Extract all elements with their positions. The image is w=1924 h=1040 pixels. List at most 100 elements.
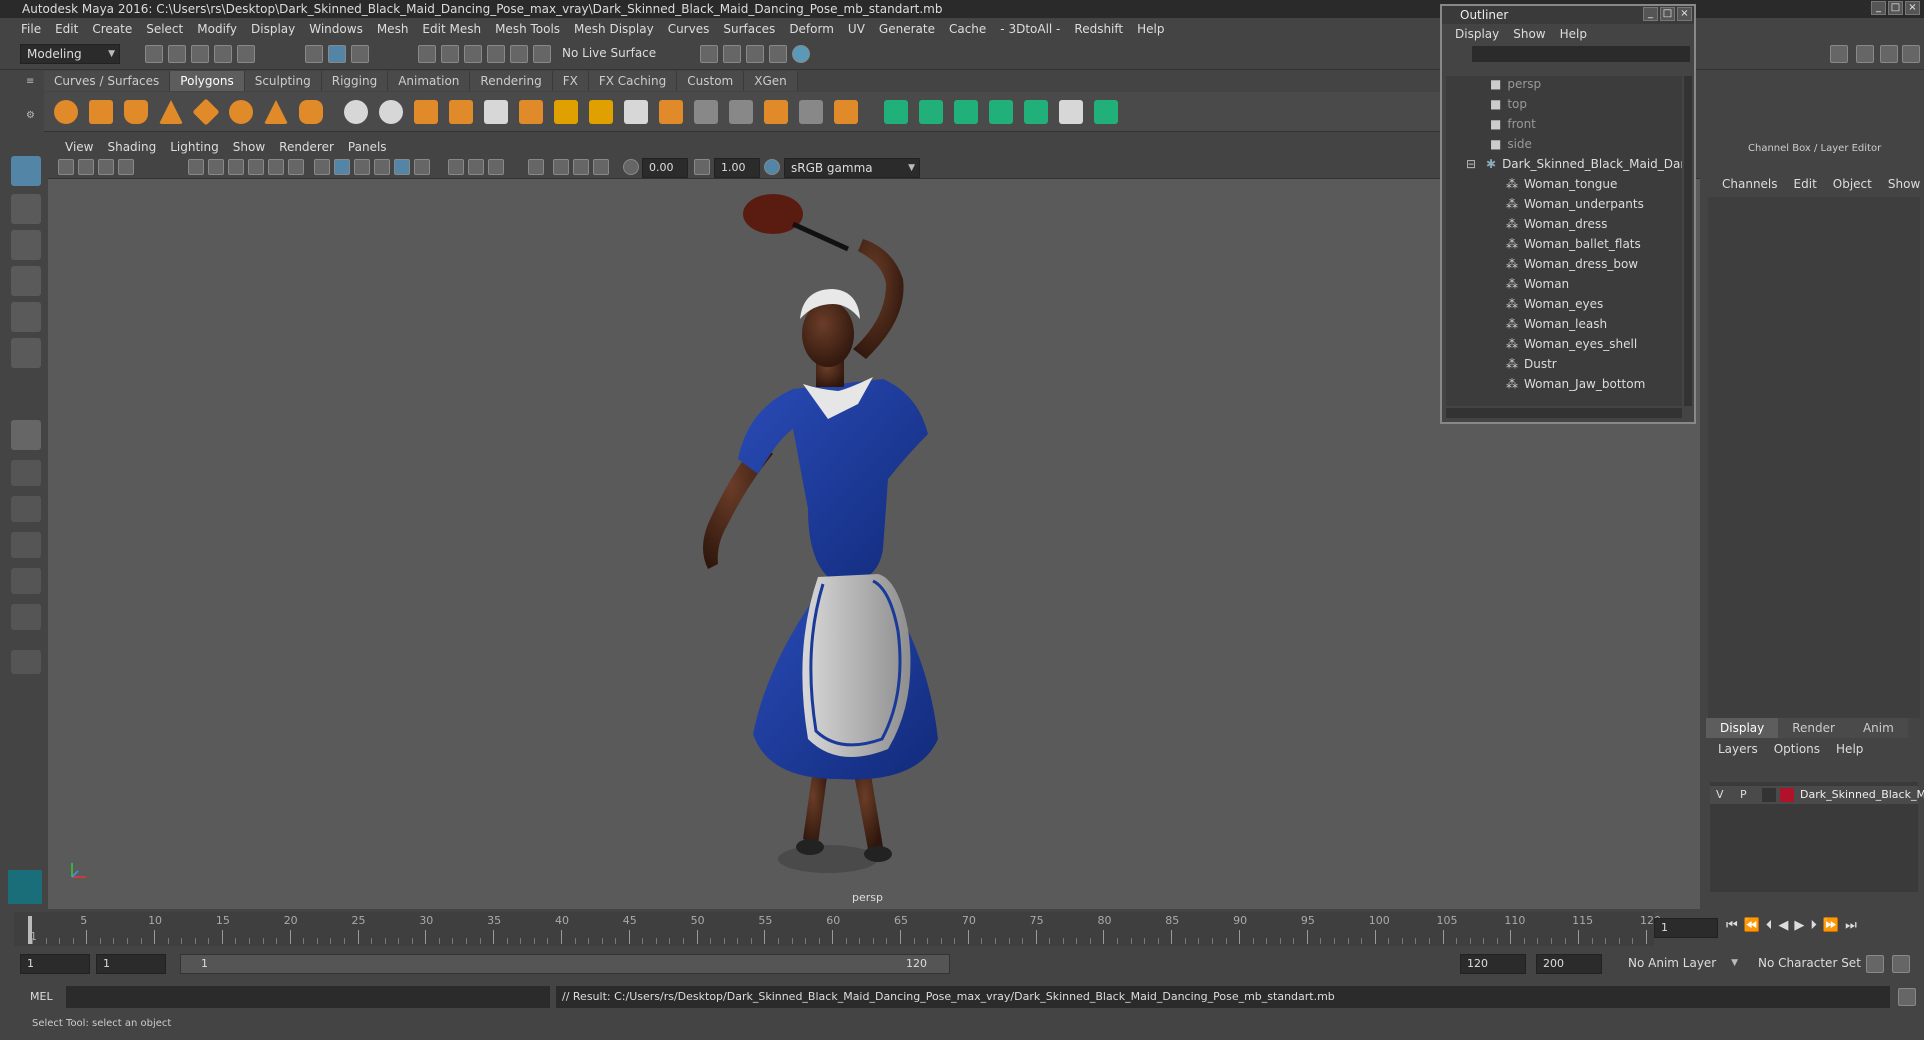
resolution-gate-icon[interactable] xyxy=(228,159,244,175)
wireframe-icon[interactable] xyxy=(314,159,330,175)
layer-row[interactable]: V P Dark_Skinned_Black_M xyxy=(1710,786,1924,804)
outliner-menu-show[interactable]: Show xyxy=(1506,27,1552,41)
uv-planar-icon[interactable] xyxy=(884,100,908,124)
animation-end-field[interactable]: 200 xyxy=(1536,954,1602,974)
layer-menu-options[interactable]: Options xyxy=(1766,742,1828,756)
poly-pipe-icon[interactable] xyxy=(299,100,323,124)
layer-tab-anim[interactable]: Anim xyxy=(1848,718,1908,738)
layer-color-swatch[interactable] xyxy=(1780,788,1794,802)
persp-graph-layout-icon[interactable] xyxy=(11,568,41,594)
panel-menu-show[interactable]: Show xyxy=(226,140,272,154)
hypershade-icon[interactable] xyxy=(792,45,810,63)
snap-view-icon[interactable] xyxy=(487,45,505,63)
poly-torus-icon[interactable] xyxy=(229,100,253,124)
outliner-item[interactable]: ⁂ Woman_dress_bow xyxy=(1506,254,1638,274)
uv-automatic-icon[interactable] xyxy=(989,100,1013,124)
step-forward-icon[interactable]: ⏩ xyxy=(1823,918,1839,938)
render-view-icon[interactable] xyxy=(700,45,718,63)
menu-edit[interactable]: Edit xyxy=(48,22,85,36)
shelf-tab-curves-surfaces[interactable]: Curves / Surfaces xyxy=(44,71,171,91)
combine-icon[interactable] xyxy=(344,100,368,124)
gate-mask-icon[interactable] xyxy=(248,159,264,175)
step-back-icon[interactable]: ⏪ xyxy=(1744,918,1760,938)
ipr-render-icon[interactable] xyxy=(746,45,764,63)
menu-mesh-display[interactable]: Mesh Display xyxy=(567,22,661,36)
outliner-item[interactable]: ⁂ Woman_ballet_flats xyxy=(1506,234,1641,254)
boolean-icon[interactable] xyxy=(484,100,508,124)
film-gate-icon[interactable] xyxy=(208,159,224,175)
menu-windows[interactable]: Windows xyxy=(302,22,370,36)
menu-edit-mesh[interactable]: Edit Mesh xyxy=(415,22,488,36)
four-view-layout-icon[interactable] xyxy=(11,460,41,486)
layer-menu-layers[interactable]: Layers xyxy=(1710,742,1766,756)
outliner-item[interactable]: ⁂ Woman_tongue xyxy=(1506,174,1617,194)
playback-start-field[interactable]: 1 xyxy=(96,954,166,974)
attribute-editor-toggle-icon[interactable] xyxy=(1856,45,1874,63)
target-weld-icon[interactable] xyxy=(764,100,788,124)
snap-surface-icon[interactable] xyxy=(510,45,528,63)
menu-surfaces[interactable]: Surfaces xyxy=(716,22,782,36)
move-tool-icon[interactable] xyxy=(11,266,41,296)
poly-plane-icon[interactable] xyxy=(192,98,220,126)
select-by-hierarchy-icon[interactable] xyxy=(305,45,323,63)
select-by-component-icon[interactable] xyxy=(351,45,369,63)
snap-grid-icon[interactable] xyxy=(418,45,436,63)
panel-menu-shading[interactable]: Shading xyxy=(100,140,163,154)
script-language-label[interactable]: MEL xyxy=(30,990,53,1003)
anim-layer-dropdown[interactable]: No Anim Layer ▼ xyxy=(1622,954,1742,974)
insert-edge-loop-icon[interactable] xyxy=(694,100,718,124)
outliner-item[interactable]: ⁂ Woman_dress xyxy=(1506,214,1607,234)
menu-modify[interactable]: Modify xyxy=(190,22,244,36)
open-scene-icon[interactable] xyxy=(168,45,186,63)
layer-menu-help[interactable]: Help xyxy=(1828,742,1871,756)
bookmarks-icon[interactable] xyxy=(98,159,114,175)
auto-key-icon[interactable] xyxy=(1866,955,1884,973)
minimize-icon[interactable]: _ xyxy=(1643,7,1658,21)
animation-preferences-icon[interactable] xyxy=(1892,955,1910,973)
camera-attributes-icon[interactable] xyxy=(78,159,94,175)
outliner-item[interactable]: ■ top xyxy=(1490,94,1527,114)
playback-end-field[interactable]: 120 xyxy=(1460,954,1526,974)
outliner-item[interactable]: ■ persp xyxy=(1490,76,1541,94)
panel-menu-lighting[interactable]: Lighting xyxy=(163,140,226,154)
layer-playback-toggle[interactable]: P xyxy=(1740,788,1747,801)
poly-pyramid-icon[interactable] xyxy=(264,100,288,124)
paint-select-tool-icon[interactable] xyxy=(11,230,41,260)
poly-sphere-icon[interactable] xyxy=(54,100,78,124)
outliner-item[interactable]: ⁂ Dustr xyxy=(1506,354,1557,374)
outliner-menu-help[interactable]: Help xyxy=(1553,27,1594,41)
close-icon[interactable]: × xyxy=(1905,1,1920,15)
panel-menu-renderer[interactable]: Renderer xyxy=(272,140,341,154)
quad-draw-icon[interactable] xyxy=(834,100,858,124)
smooth-icon[interactable] xyxy=(449,100,473,124)
extrude-icon[interactable] xyxy=(554,100,578,124)
image-plane-icon[interactable] xyxy=(118,159,134,175)
xray-icon[interactable] xyxy=(553,159,569,175)
outliner-vertical-scrollbar[interactable] xyxy=(1684,76,1692,406)
outliner-item[interactable]: ⁂ Woman_eyes_shell xyxy=(1506,334,1637,354)
custom-layout-icon[interactable] xyxy=(11,650,41,674)
channel-menu-show[interactable]: Show xyxy=(1880,177,1924,191)
menu-mesh-tools[interactable]: Mesh Tools xyxy=(488,22,567,36)
ambient-occlusion-icon[interactable] xyxy=(448,159,464,175)
outliner-list[interactable]: ■ persp ■ top ■ front ■ side ✱ Dark_Skinned_Black… xyxy=(1446,76,1682,406)
menu-generate[interactable]: Generate xyxy=(872,22,942,36)
outliner-item[interactable]: ⁂ Woman xyxy=(1506,274,1569,294)
uv-layout-icon[interactable] xyxy=(1094,100,1118,124)
channel-box-toggle-icon[interactable] xyxy=(1902,45,1920,63)
close-icon[interactable]: × xyxy=(1677,7,1692,21)
menu-uv[interactable]: UV xyxy=(841,22,872,36)
save-scene-icon[interactable] xyxy=(191,45,209,63)
mode-selector[interactable]: Modeling ▼ xyxy=(20,44,120,64)
render-settings-icon[interactable] xyxy=(769,45,787,63)
live-surface-field[interactable]: No Live Surface xyxy=(556,44,661,64)
outliner-horizontal-scrollbar[interactable] xyxy=(1446,408,1682,418)
workspace-icon[interactable] xyxy=(1830,45,1848,63)
menu-deform[interactable]: Deform xyxy=(782,22,841,36)
snap-point-icon[interactable] xyxy=(464,45,482,63)
character-set-dropdown[interactable]: No Character Set xyxy=(1752,954,1862,974)
menu-redshift[interactable]: Redshift xyxy=(1067,22,1130,36)
extract-icon[interactable] xyxy=(414,100,438,124)
menu-help[interactable]: Help xyxy=(1130,22,1171,36)
current-frame-field[interactable]: 1 xyxy=(1654,918,1718,938)
